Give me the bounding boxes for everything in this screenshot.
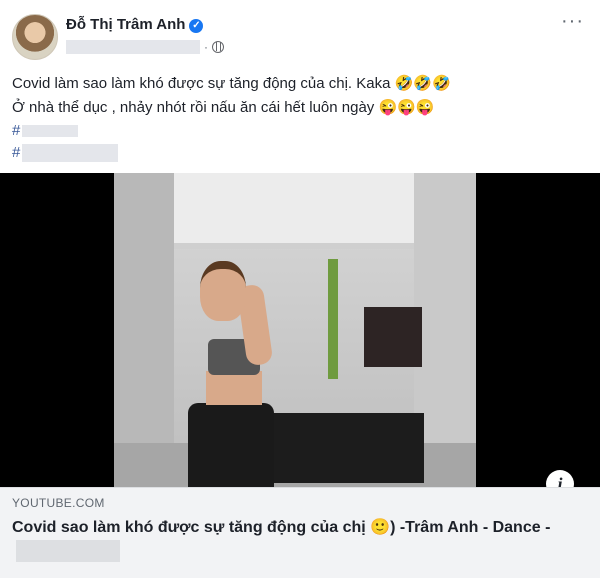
redacted-hashtag-1 [22, 125, 79, 137]
tv-cabinet [254, 413, 424, 483]
post-meta: · [66, 39, 224, 55]
author-avatar[interactable] [12, 14, 58, 60]
more-options-button[interactable]: ··· [561, 10, 584, 33]
author-name[interactable]: Đỗ Thị Trâm Anh ✓ [66, 16, 204, 33]
facebook-post: Đỗ Thị Trâm Anh ✓ · ··· Covid làm sao làm… [0, 0, 600, 578]
meta-separator: · [204, 40, 208, 54]
post-text: Covid làm sao làm khó được sự tăng động … [12, 72, 451, 164]
video-frame [114, 173, 476, 487]
dancer-skirt [188, 403, 274, 487]
wall-left [114, 173, 174, 487]
link-preview[interactable]: YOUTUBE.COM Covid sao làm khó được sự tă… [0, 487, 600, 578]
link-domain: YOUTUBE.COM [12, 496, 105, 510]
hashtag-1[interactable]: # [12, 120, 451, 142]
globe-icon[interactable] [212, 41, 224, 53]
dancer-head [200, 261, 246, 321]
television [364, 307, 422, 367]
dancer-body [206, 371, 262, 405]
green-wall-panel [328, 259, 338, 379]
post-text-line-2: Ở nhà thể dục , nhảy nhót rồi nấu ăn cái… [12, 99, 435, 116]
ceiling [174, 173, 414, 249]
redacted-hashtag-2 [22, 144, 119, 162]
post-text-line-1: Covid làm sao làm khó được sự tăng động … [12, 75, 451, 92]
verified-badge-icon: ✓ [189, 19, 204, 33]
redacted-timestamp[interactable] [66, 40, 200, 54]
link-title[interactable]: Covid sao làm khó được sự tăng động của … [12, 516, 582, 565]
video-player[interactable] [0, 173, 600, 487]
hashtag-2[interactable]: # [12, 142, 451, 164]
redacted-title [16, 540, 120, 562]
